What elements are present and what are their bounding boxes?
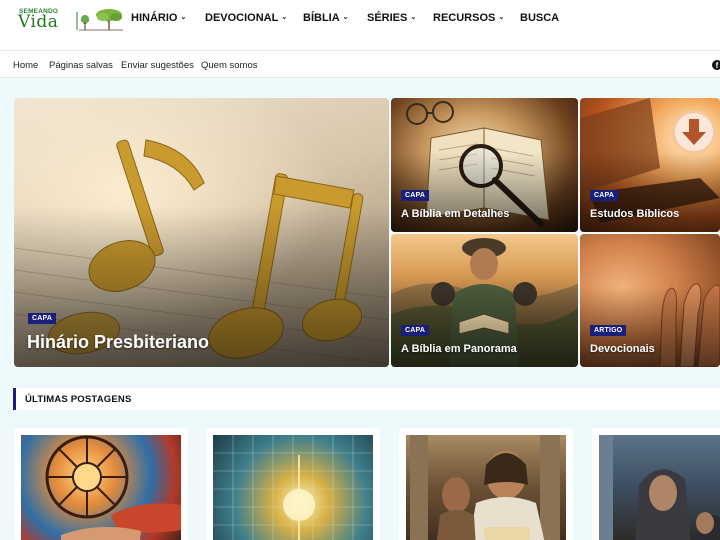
chevron-down-icon: ⌄ — [498, 14, 505, 21]
site-header: SEMEANDO Vida HINÁRIO ⌄ DEVOCIONAL ⌄ BÍBLI… — [0, 0, 720, 50]
secondary-nav: Home Páginas salvas Enviar sugestões Que… — [0, 50, 720, 78]
nav-item-series[interactable]: SÉRIES ⌄ — [367, 12, 416, 24]
category-badge[interactable]: CAPA — [590, 190, 619, 201]
featured-card-biblia-detalhes[interactable]: CAPA A Bíblia em Detalhes — [391, 98, 578, 232]
card-title[interactable]: Devocionais — [590, 343, 655, 355]
temple-scene-image — [410, 435, 560, 540]
nav-item-busca[interactable]: BUSCA — [520, 12, 559, 24]
post-card[interactable] — [206, 428, 380, 540]
tree-logo-icon — [76, 9, 123, 31]
category-badge[interactable]: ARTIGO — [590, 325, 627, 336]
featured-card-estudos-biblicos[interactable]: CAPA Estudos Bíblicos — [580, 98, 720, 232]
featured-card-hinario[interactable]: CAPA Hinário Presbiteriano — [14, 98, 389, 367]
subnav-item-saved-pages[interactable]: Páginas salvas — [49, 60, 113, 71]
post-image[interactable] — [599, 435, 720, 540]
nav-label: HINÁRIO — [131, 12, 178, 24]
chevron-down-icon: ⌄ — [342, 14, 349, 21]
card-title[interactable]: Hinário Presbiteriano — [27, 332, 209, 353]
nav-label: SÉRIES — [367, 12, 408, 24]
card-title[interactable]: A Bíblia em Panorama — [401, 343, 517, 355]
nav-label: BÍBLIA — [303, 12, 340, 24]
nav-item-hinario[interactable]: HINÁRIO ⌄ — [131, 12, 186, 24]
subnav-item-home[interactable]: Home — [13, 60, 38, 71]
subnav-item-about-us[interactable]: Quem somos — [201, 60, 258, 71]
download-icon — [672, 110, 716, 154]
category-badge[interactable]: CAPA — [28, 313, 57, 324]
nav-label: DEVOCIONAL — [205, 12, 279, 24]
section-title: ÚLTIMAS POSTAGENS — [25, 394, 132, 405]
featured-card-devocionais[interactable]: ARTIGO Devocionais — [580, 234, 720, 367]
category-badge[interactable]: CAPA — [401, 190, 430, 201]
chevron-down-icon: ⌄ — [180, 14, 187, 21]
post-image[interactable] — [21, 435, 181, 540]
post-card[interactable] — [592, 428, 720, 540]
nav-item-recursos[interactable]: RECURSOS ⌄ — [433, 12, 504, 24]
stained-glass-image — [45, 435, 181, 540]
facebook-icon[interactable]: f — [712, 60, 720, 70]
post-image[interactable] — [213, 435, 373, 540]
featured-card-biblia-panorama[interactable]: CAPA A Bíblia em Panorama — [391, 234, 578, 367]
chevron-down-icon: ⌄ — [410, 14, 417, 21]
calendar-grid-image — [213, 435, 373, 540]
post-card[interactable] — [399, 428, 573, 540]
hooded-figures-image — [599, 435, 720, 540]
post-card[interactable] — [14, 428, 188, 540]
nav-label: RECURSOS — [433, 12, 496, 24]
card-title[interactable]: Estudos Bíblicos — [590, 208, 679, 220]
logo-main-text: Vida — [18, 12, 59, 32]
category-badge[interactable]: CAPA — [401, 325, 430, 336]
site-logo[interactable]: SEMEANDO Vida — [18, 8, 123, 34]
latest-posts-header: ÚLTIMAS POSTAGENS — [13, 388, 720, 410]
post-image[interactable] — [406, 435, 566, 540]
nav-label: BUSCA — [520, 12, 560, 24]
nav-item-biblia[interactable]: BÍBLIA ⌄ — [303, 12, 349, 24]
card-title[interactable]: A Bíblia em Detalhes — [401, 208, 509, 220]
chevron-down-icon: ⌄ — [281, 14, 288, 21]
nav-item-devocional[interactable]: DEVOCIONAL ⌄ — [205, 12, 287, 24]
subnav-item-send-suggestions[interactable]: Enviar sugestões — [121, 60, 194, 71]
